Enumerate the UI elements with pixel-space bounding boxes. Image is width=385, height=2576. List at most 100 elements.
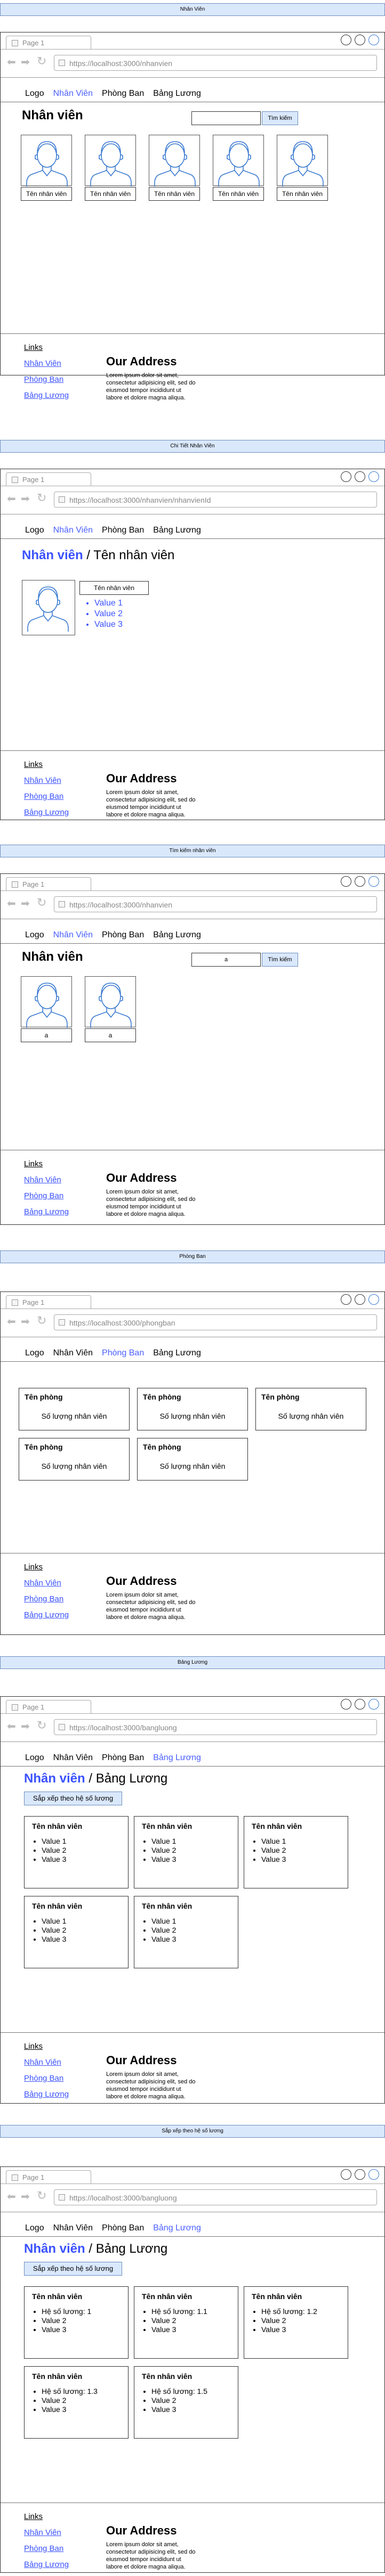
avatar[interactable] <box>85 976 136 1028</box>
footer-link-bangluong[interactable]: Bảng Lương <box>24 2090 69 2106</box>
footer-link-nhanvien[interactable]: Nhân Viên <box>24 359 69 375</box>
browser-tab[interactable]: Page 1 <box>6 877 91 891</box>
reload-icon[interactable]: ↻ <box>37 2190 46 2202</box>
avatar[interactable] <box>85 135 136 186</box>
footer-link-nhanvien[interactable]: Nhân Viên <box>24 2528 69 2544</box>
footer-link-bangluong[interactable]: Bảng Lương <box>24 1207 69 1223</box>
salary-card[interactable]: Tên nhân viên Value 1Value 2Value 3 <box>134 1896 238 1968</box>
nav-item-bangluong[interactable]: Bảng Lương <box>153 2223 201 2232</box>
nav-item-nhanvien[interactable]: Nhân Viên <box>53 89 93 98</box>
nav-logo[interactable]: Logo <box>25 1753 44 1762</box>
maximize-icon[interactable] <box>355 1294 365 1305</box>
minimize-icon[interactable] <box>341 1294 351 1305</box>
employee-name[interactable]: a <box>21 1028 72 1042</box>
search-button[interactable]: Tìm kiếm <box>262 953 298 967</box>
department-card[interactable]: Tên phòng Số lượng nhân viên <box>137 1438 248 1481</box>
maximize-icon[interactable] <box>355 1699 365 1710</box>
close-icon[interactable] <box>368 471 379 482</box>
salary-card[interactable]: Tên nhân viên Value 1Value 2Value 3 <box>24 1816 129 1888</box>
employee-name[interactable]: a <box>85 1028 136 1042</box>
footer-link-nhanvien[interactable]: Nhân Viên <box>24 2058 69 2074</box>
footer-link-bangluong[interactable]: Bảng Lương <box>24 808 69 824</box>
arrow-right-icon[interactable]: ➡ <box>21 57 30 68</box>
avatar[interactable] <box>277 135 328 186</box>
nav-logo[interactable]: Logo <box>25 2223 44 2232</box>
salary-card[interactable]: Tên nhân viên Hệ số lương: 1.2Value 2Valu… <box>244 2286 348 2359</box>
minimize-icon[interactable] <box>341 471 351 482</box>
browser-tab[interactable]: Page 1 <box>6 36 91 50</box>
department-card[interactable]: Tên phòng Số lượng nhân viên <box>137 1388 248 1430</box>
address-bar[interactable]: https://localhost:3000/nhanvien/nhanvien… <box>54 492 377 508</box>
minimize-icon[interactable] <box>341 35 351 45</box>
maximize-icon[interactable] <box>355 2169 365 2180</box>
salary-card[interactable]: Tên nhân viên Hệ số lương: 1Value 2Value … <box>24 2286 129 2359</box>
arrow-left-icon[interactable]: ⬅ <box>7 898 16 909</box>
address-bar[interactable]: https://localhost:3000/nhanvien <box>54 896 377 912</box>
nav-logo[interactable]: Logo <box>25 89 44 98</box>
reload-icon[interactable]: ↻ <box>37 492 46 504</box>
browser-tab[interactable]: Page 1 <box>6 472 91 486</box>
arrow-left-icon[interactable]: ⬅ <box>7 1316 16 1327</box>
breadcrumb-link[interactable]: Nhân viên <box>22 548 83 562</box>
arrow-left-icon[interactable]: ⬅ <box>7 57 16 68</box>
nav-logo[interactable]: Logo <box>25 930 44 939</box>
footer-link-bangluong[interactable]: Bảng Lương <box>24 1610 69 1626</box>
nav-item-bangluong[interactable]: Bảng Lương <box>153 89 201 98</box>
employee-name[interactable]: Tên nhân viên <box>85 187 136 201</box>
employee-name[interactable]: Tên nhân viên <box>21 187 72 201</box>
avatar[interactable] <box>149 135 200 186</box>
arrow-right-icon[interactable]: ➡ <box>21 898 30 909</box>
search-input[interactable]: a <box>191 953 261 967</box>
salary-card[interactable]: Tên nhân viên Hệ số lương: 1.5Value 2Valu… <box>134 2366 238 2439</box>
footer-link-phongban[interactable]: Phòng Ban <box>24 1594 69 1610</box>
nav-item-phongban[interactable]: Phòng Ban <box>102 1348 144 1357</box>
nav-item-nhanvien[interactable]: Nhân Viên <box>53 1348 93 1357</box>
avatar[interactable] <box>21 135 72 186</box>
arrow-right-icon[interactable]: ➡ <box>21 1316 30 1327</box>
nav-item-phongban[interactable]: Phòng Ban <box>102 1753 144 1762</box>
nav-item-nhanvien[interactable]: Nhân Viên <box>53 1753 93 1762</box>
breadcrumb-link[interactable]: Nhân viên <box>24 2242 85 2256</box>
search-input[interactable] <box>191 111 261 125</box>
footer-link-nhanvien[interactable]: Nhân Viên <box>24 1175 69 1191</box>
footer-link-phongban[interactable]: Phòng Ban <box>24 1191 69 1207</box>
employee-name[interactable]: Tên nhân viên <box>149 187 200 201</box>
footer-link-nhanvien[interactable]: Nhân Viên <box>24 776 69 792</box>
department-card[interactable]: Tên phòng Số lượng nhân viên <box>19 1388 130 1430</box>
arrow-left-icon[interactable]: ⬅ <box>7 2191 16 2202</box>
nav-item-bangluong[interactable]: Bảng Lương <box>153 930 201 939</box>
arrow-left-icon[interactable]: ⬅ <box>7 1721 16 1732</box>
footer-link-phongban[interactable]: Phòng Ban <box>24 2074 69 2090</box>
close-icon[interactable] <box>368 876 379 887</box>
salary-card[interactable]: Tên nhân viên Value 1Value 2Value 3 <box>24 1896 129 1968</box>
salary-card[interactable]: Tên nhân viên Value 1Value 2Value 3 <box>134 1816 238 1888</box>
footer-link-nhanvien[interactable]: Nhân Viên <box>24 1579 69 1594</box>
minimize-icon[interactable] <box>341 1699 351 1710</box>
footer-link-bangluong[interactable]: Bảng Lương <box>24 391 69 407</box>
arrow-right-icon[interactable]: ➡ <box>21 494 30 504</box>
nav-item-nhanvien[interactable]: Nhân Viên <box>53 930 93 939</box>
address-bar[interactable]: https://localhost:3000/phongban <box>54 1314 377 1330</box>
footer-link-phongban[interactable]: Phòng Ban <box>24 792 69 808</box>
search-button[interactable]: Tìm kiếm <box>262 111 298 125</box>
nav-logo[interactable]: Logo <box>25 1348 44 1357</box>
nav-item-phongban[interactable]: Phòng Ban <box>102 2223 144 2232</box>
nav-item-bangluong[interactable]: Bảng Lương <box>153 1753 201 1762</box>
browser-tab[interactable]: Page 1 <box>6 1700 91 1714</box>
arrow-right-icon[interactable]: ➡ <box>21 2191 30 2202</box>
sort-button[interactable]: Sắp xếp theo hệ số lương <box>24 1792 122 1805</box>
nav-item-phongban[interactable]: Phòng Ban <box>102 930 144 939</box>
breadcrumb-link[interactable]: Nhân viên <box>24 1771 85 1786</box>
maximize-icon[interactable] <box>355 876 365 887</box>
nav-item-bangluong[interactable]: Bảng Lương <box>153 1348 201 1357</box>
avatar[interactable] <box>21 976 72 1028</box>
browser-tab[interactable]: Page 1 <box>6 2170 91 2184</box>
reload-icon[interactable]: ↻ <box>37 897 46 909</box>
avatar[interactable] <box>213 135 264 186</box>
salary-card[interactable]: Tên nhân viên Hệ số lương: 1.3Value 2Valu… <box>24 2366 129 2439</box>
salary-card[interactable]: Tên nhân viên Value 1Value 2Value 3 <box>244 1816 348 1888</box>
department-card[interactable]: Tên phòng Số lượng nhân viên <box>19 1438 130 1481</box>
close-icon[interactable] <box>368 1699 379 1710</box>
minimize-icon[interactable] <box>341 2169 351 2180</box>
maximize-icon[interactable] <box>355 35 365 45</box>
